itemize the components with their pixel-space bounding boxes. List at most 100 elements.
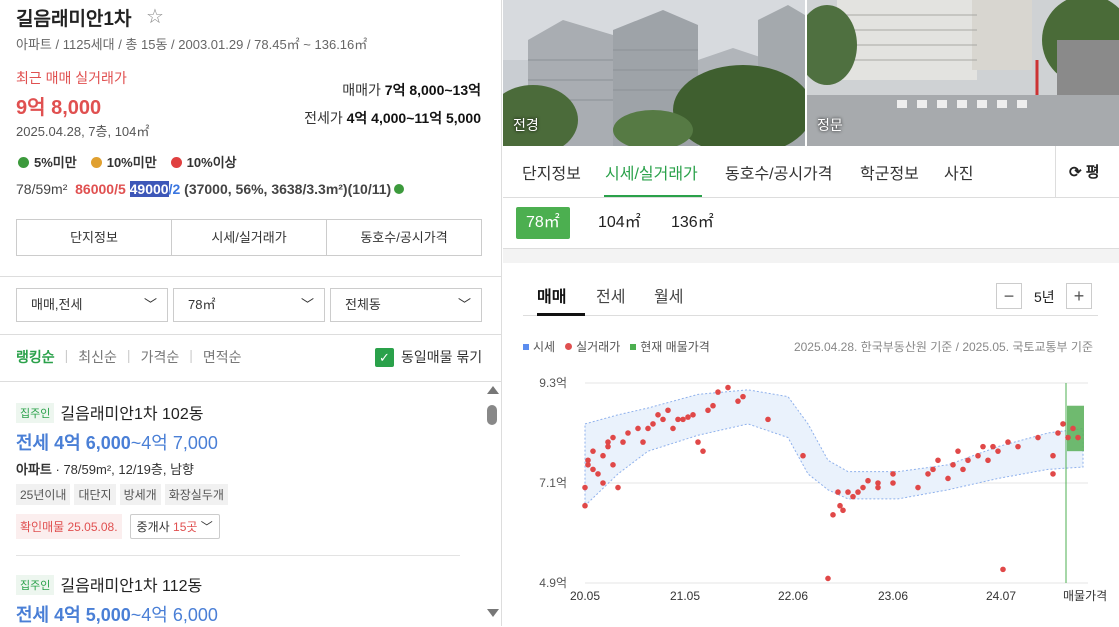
trade-point [1005, 439, 1011, 445]
sort-price[interactable]: 가격순 [141, 347, 180, 367]
price-chart[interactable]: 9.3억 7.1억 4.9억20.05 21.05 22.06 23.06 24.07 매물가… [503, 365, 1119, 626]
trade-point [950, 462, 956, 468]
trade-point [955, 448, 961, 454]
dong-select[interactable]: 전체동 ﹀ [330, 288, 482, 322]
chevron-down-icon: ﹀ [200, 520, 213, 534]
trade-point [1050, 452, 1056, 459]
gate-photo [807, 0, 1119, 146]
y-tick-label: 9.3억 [539, 376, 567, 390]
area-104-button[interactable]: 104㎡ [598, 207, 641, 239]
trade-point [660, 416, 666, 423]
trade-point [930, 466, 936, 473]
area-136-button[interactable]: 136㎡ [671, 207, 714, 239]
sale-label: 매매가 [342, 82, 381, 98]
chart-source-note: 2025.04.28. 한국부동산원 기준 / 2025.05. 국토교통부 기… [793, 340, 1093, 354]
chart-tab-sale[interactable]: 매매 [537, 283, 566, 307]
trade-point [590, 466, 596, 473]
zoom-out-button[interactable]: − [996, 283, 1022, 309]
trade-point [585, 457, 591, 464]
trade-point [595, 471, 601, 477]
trade-point [1050, 471, 1056, 477]
trade-point [610, 434, 616, 441]
listing-tags: 25년이내 대단지 방세개 화장실두개 [16, 484, 460, 505]
trade-point [980, 443, 986, 450]
trade-point [945, 475, 951, 482]
legend-item-5: 5%미만 [18, 152, 77, 171]
trade-point [960, 466, 966, 473]
trade-point [582, 484, 588, 491]
tab-price[interactable]: 시세/실거래가 [605, 160, 698, 184]
trade-point [1015, 443, 1021, 450]
chevron-down-icon: ﹀ [300, 297, 314, 312]
building-photo [503, 0, 805, 146]
trade-point [965, 457, 971, 464]
area-selector: 78㎡ 104㎡ 136㎡ [503, 199, 1119, 249]
refresh-icon: ⟳ [1069, 164, 1082, 181]
scroll-up-icon[interactable] [487, 386, 499, 394]
trade-type-select[interactable]: 매매,전세 ﹀ [16, 288, 168, 322]
listing-spec: 아파트 · 78/59m², 12/19층, 남향 [16, 462, 195, 477]
trade-point [710, 402, 716, 409]
scroll-thumb[interactable] [487, 405, 497, 425]
photo-overview[interactable]: 전경 [503, 0, 805, 146]
left-tab-info[interactable]: 단지정보 [17, 220, 172, 255]
left-tabs: 단지정보 시세/실거래가 동호수/공시가격 [16, 219, 482, 256]
jeonse-price-range: 전세가 4억 4,000~11억 5,000 [304, 108, 481, 128]
chart-tab-jeonse[interactable]: 전세 [596, 283, 625, 307]
trade-point [915, 484, 921, 491]
owner-badge: 집주인 [16, 403, 55, 423]
zoom-in-button[interactable]: + [1066, 283, 1092, 309]
trade-point [995, 448, 1001, 454]
legend-trades: 실거래가 [565, 338, 620, 355]
nav-tabs: 단지정보 시세/실거래가 동호수/공시가격 학군정보 사진 [503, 146, 1119, 198]
trade-point [655, 412, 661, 418]
trade-point [675, 416, 681, 423]
ratio-extra: (37000, 56%, 3638/3.3m²)(10/11) [184, 181, 392, 197]
tab-complex-info[interactable]: 단지정보 [522, 160, 581, 184]
sort-ranking[interactable]: 랭킹순 [16, 347, 55, 367]
section-spacer [503, 249, 1119, 263]
period-value: 5년 [1034, 289, 1055, 305]
green-dot-icon [394, 184, 405, 194]
trade-point [680, 416, 686, 423]
sort-area[interactable]: 면적순 [203, 347, 242, 367]
group-same-checkbox[interactable]: ✓ [375, 348, 394, 367]
scroll-down-icon[interactable] [487, 609, 499, 617]
trade-point [735, 398, 741, 404]
area-78-button[interactable]: 78㎡ [516, 207, 570, 239]
trade-point [1065, 434, 1071, 441]
ratio-line: 78/59m² 86000/5 49000/2 (37000, 56%, 363… [16, 181, 405, 197]
trade-point [635, 425, 641, 432]
chart-tab-monthly[interactable]: 월세 [654, 283, 683, 307]
listing-price: 전세 4억 6,000~4억 7,000 [16, 433, 218, 453]
legend-market: 시세 [523, 338, 555, 355]
listing-scrollbar[interactable] [484, 384, 500, 624]
star-icon[interactable]: ☆ [146, 4, 164, 29]
trade-point [1070, 425, 1076, 432]
list-item[interactable]: 집주인 길음래미안1차 112동 전세 4억 5,000~4억 6,000 [16, 572, 460, 627]
pyeong-toggle-button[interactable]: ⟳ 평 [1055, 146, 1119, 198]
trade-point [800, 452, 806, 459]
photo-gate[interactable]: 정문 [807, 0, 1119, 146]
sort-latest[interactable]: 최신순 [78, 347, 117, 367]
tab-photos[interactable]: 사진 [944, 160, 973, 184]
tab-school[interactable]: 학군정보 [860, 160, 919, 184]
agent-count-button[interactable]: 중개사 15곳 ﹀ [129, 514, 220, 539]
trade-point [850, 493, 856, 500]
complex-summary: 아파트 / 1125세대 / 총 15동 / 2003.01.29 / 78.4… [16, 37, 368, 52]
tab-units[interactable]: 동호수/공시가격 [725, 160, 833, 184]
trade-point [615, 484, 621, 491]
trade-point [600, 480, 606, 486]
chevron-down-icon: ﹀ [457, 297, 471, 312]
trade-point [650, 421, 656, 427]
trade-point [855, 489, 861, 495]
trade-point [605, 439, 611, 445]
y-tick-label: 7.1억 [539, 476, 567, 490]
trade-point [830, 512, 836, 518]
trade-point [640, 439, 646, 445]
left-tab-price[interactable]: 시세/실거래가 [172, 220, 327, 255]
area-select[interactable]: 78㎡ ﹀ [173, 288, 325, 322]
list-item[interactable]: 집주인 길음래미안1차 102동 전세 4억 6,000~4억 7,000 아파트… [16, 400, 460, 539]
trade-point [685, 414, 691, 420]
left-tab-units[interactable]: 동호수/공시가격 [327, 220, 481, 255]
